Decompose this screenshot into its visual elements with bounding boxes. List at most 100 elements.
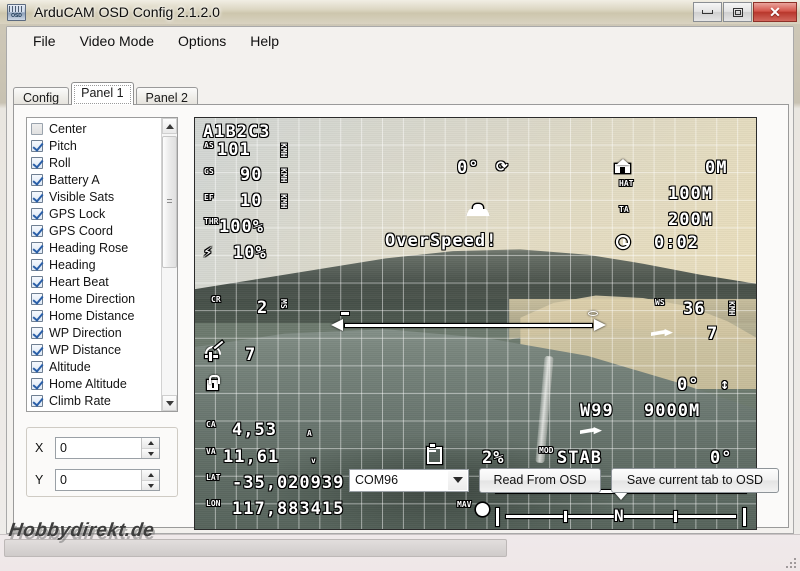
horizon-marker-right (594, 319, 606, 331)
compass-tick (674, 511, 677, 522)
window-controls: ✕ (693, 2, 797, 22)
list-item-heading[interactable]: Heading (31, 256, 161, 273)
checkbox-heart-beat[interactable] (31, 276, 43, 288)
list-item-center[interactable]: Center (31, 120, 161, 137)
list-item-pitch[interactable]: Pitch (31, 137, 161, 154)
title-bar: ArduCAM OSD Config 2.1.2.0 ✕ (0, 0, 800, 24)
resize-grip[interactable] (784, 556, 796, 568)
list-item-climb-rate[interactable]: Climb Rate (31, 392, 161, 409)
list-item-label: Pitch (49, 139, 77, 153)
x-increment-button[interactable] (142, 438, 159, 448)
mav-dot-icon (476, 503, 489, 516)
osd-wind-unit: KMH (728, 301, 735, 315)
checkbox-center[interactable] (31, 123, 43, 135)
osd-current-value: 4,53 (232, 422, 277, 439)
chevron-down-icon (453, 477, 463, 483)
list-item-gps-coord[interactable]: GPS Coord (31, 222, 161, 239)
osd-climb-rate-tag: CR (211, 296, 221, 303)
horizon-marker-left (331, 319, 343, 331)
menu-video-mode[interactable]: Video Mode (68, 29, 166, 53)
tab-strip: Config Panel 1 Panel 2 (13, 82, 789, 105)
x-input[interactable]: 0 (56, 438, 141, 458)
osd-heading-value: 0° (457, 160, 479, 177)
maximize-icon (733, 8, 743, 17)
scrollbar-thumb[interactable] (162, 136, 177, 268)
menu-options[interactable]: Options (166, 29, 238, 53)
checkbox-gps-coord[interactable] (31, 225, 43, 237)
checkbox-gps-lock[interactable] (31, 208, 43, 220)
checkbox-pitch[interactable] (31, 140, 43, 152)
x-position-row: X 0 (35, 436, 177, 460)
artificial-horizon-bar (331, 318, 606, 332)
list-item-label: GPS Coord (49, 224, 113, 238)
chevron-down-icon (166, 401, 174, 406)
minimize-button[interactable] (693, 2, 722, 22)
minimize-icon (702, 10, 713, 14)
list-item-label: Heading Rose (49, 241, 128, 255)
list-item-label: Heart Beat (49, 275, 109, 289)
list-item-wp-direction[interactable]: WP Direction (31, 324, 161, 341)
checkbox-altitude[interactable] (31, 361, 43, 373)
list-item-label: Home Altitude (49, 377, 127, 391)
osd-timer-value: 0:02 (654, 235, 699, 252)
list-item-wp-distance[interactable]: WP Distance (31, 341, 161, 358)
heading-rose-icon: ⟳ (496, 160, 509, 174)
list-item-label: Battery A (49, 173, 100, 187)
osd-groundspeed-value: 90 (240, 167, 262, 184)
osd-wind-tag: WS (655, 299, 665, 306)
osd-waypoint-label: W99 (580, 403, 614, 420)
list-item-roll[interactable]: Roll (31, 154, 161, 171)
wind-arrow-icon (651, 327, 673, 340)
checkbox-roll[interactable] (31, 157, 43, 169)
list-item-home-distance[interactable]: Home Distance (31, 307, 161, 324)
scroll-down-button[interactable] (162, 395, 177, 411)
checkbox-wp-distance[interactable] (31, 344, 43, 356)
list-item-heart-beat[interactable]: Heart Beat (31, 273, 161, 290)
close-button[interactable]: ✕ (753, 2, 797, 22)
list-item-gps-lock[interactable]: GPS Lock (31, 205, 161, 222)
list-item-label: Center (49, 122, 87, 136)
x-decrement-button[interactable] (142, 448, 159, 458)
satellite-icon (205, 346, 221, 361)
list-item-home-direction[interactable]: Home Direction (31, 290, 161, 307)
scrollbar-track[interactable] (162, 134, 177, 395)
checkbox-battery-a[interactable] (31, 174, 43, 186)
scroll-up-button[interactable] (162, 118, 177, 134)
list-item-heading-rose[interactable]: Heading Rose (31, 239, 161, 256)
chevron-up-icon (148, 441, 154, 445)
checkbox-climb-rate[interactable] (31, 395, 43, 407)
dropdown-button[interactable] (448, 471, 467, 490)
checkbox-home-direction[interactable] (31, 293, 43, 305)
x-stepper[interactable]: 0 (55, 437, 160, 459)
battery-icon (426, 445, 439, 461)
menu-file[interactable]: File (21, 29, 68, 53)
checkbox-wp-direction[interactable] (31, 327, 43, 339)
checkbox-heading[interactable] (31, 259, 43, 271)
checkbox-home-altitude[interactable] (31, 378, 43, 390)
list-item-visible-sats[interactable]: Visible Sats (31, 188, 161, 205)
osd-mav-tag: MAV (457, 501, 471, 508)
com-port-select[interactable]: COM96 (349, 469, 469, 492)
list-item-altitude[interactable]: Altitude (31, 358, 161, 375)
horizon-tick-left (341, 312, 349, 315)
list-item-label: WP Distance (49, 343, 121, 357)
menu-help[interactable]: Help (238, 29, 291, 53)
tab-panel-1[interactable]: Panel 1 (71, 82, 133, 105)
horizon-line (345, 324, 592, 327)
menu-bar: File Video Mode Options Help (7, 27, 793, 55)
checkbox-visible-sats[interactable] (31, 191, 43, 203)
osd-climb-rate-unit: MS (280, 299, 287, 309)
com-port-value: COM96 (355, 473, 398, 487)
maximize-button[interactable] (723, 2, 752, 22)
panel-item-list[interactable]: Center Pitch Roll Battery A (26, 117, 178, 412)
compass-tick (564, 511, 567, 522)
list-item-label: WP Direction (49, 326, 122, 340)
list-item-home-altitude[interactable]: Home Altitude (31, 375, 161, 392)
list-item-battery-a[interactable]: Battery A (31, 171, 161, 188)
osd-airspeed-tag: AS (204, 142, 214, 149)
checkbox-heading-rose[interactable] (31, 242, 43, 254)
read-from-osd-button[interactable]: Read From OSD (479, 468, 601, 493)
save-to-osd-button[interactable]: Save current tab to OSD (611, 468, 779, 493)
checkbox-home-distance[interactable] (31, 310, 43, 322)
list-scrollbar[interactable] (161, 118, 177, 411)
